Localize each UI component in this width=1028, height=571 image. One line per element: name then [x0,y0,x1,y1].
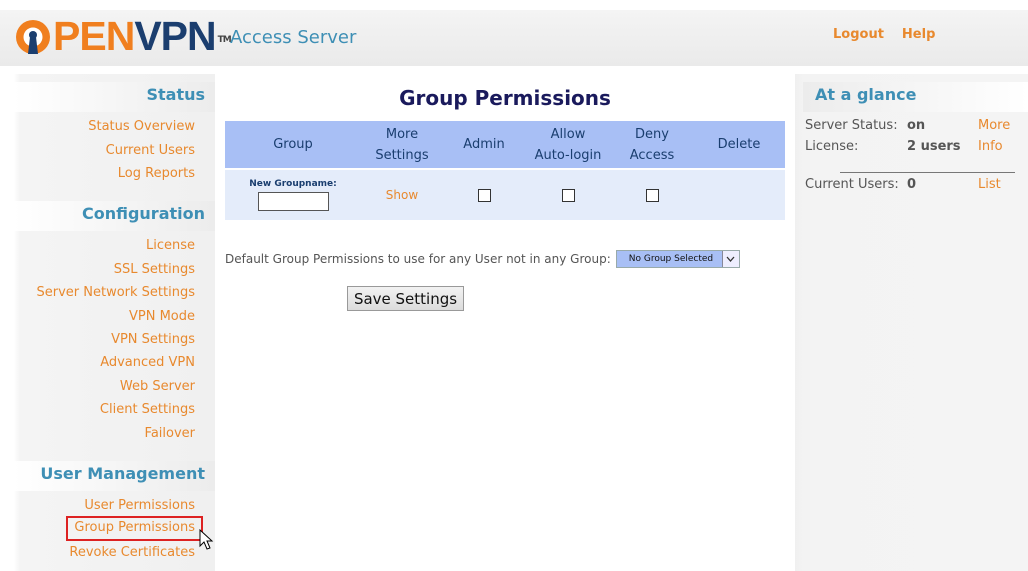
sidebar-item-client-settings[interactable]: Client Settings [100,402,195,417]
logout-link[interactable]: Logout [833,27,884,42]
column-header-delete: Delete [717,137,761,152]
admin-checkbox[interactable] [477,189,491,202]
sidebar-item-failover[interactable]: Failover [145,426,195,441]
default-group-row: Default Group Permissions to use for any… [225,250,740,268]
table-header-row: Group More Settings Admin Allow Auto-login… [225,121,785,169]
logo-pen-text: PEN [53,13,135,59]
sidebar-item-advanced-vpn[interactable]: Advanced VPN [100,355,195,370]
chevron-down-icon[interactable] [721,251,739,267]
sidebar-item-license[interactable]: License [146,238,195,253]
sidebar-item-group-permissions[interactable]: Group Permissions [66,516,203,541]
more-info-link-more[interactable]: More [978,118,1010,133]
main-content: Group Permissions Group More Settings Adm… [215,74,795,571]
sidebar-heading-user-management: User Management [14,461,215,491]
at-a-glance-panel: At a glance Server Status: on More Licen… [795,74,1028,571]
openvpn-keyhole-icon [14,18,52,56]
page-title: Group Permissions [399,86,611,110]
divider [840,172,1015,173]
sidebar-heading-configuration: Configuration [14,201,215,231]
help-link[interactable]: Help [902,27,935,42]
column-header-more-settings: More Settings [375,126,429,163]
default-group-select[interactable]: No Group Selected [615,250,740,268]
product-name: Access Server [230,27,357,48]
default-group-select-value: No Group Selected [628,254,714,264]
default-group-label: Default Group Permissions to use for any… [225,252,611,266]
sidebar-item-server-network-settings[interactable]: Server Network Settings [37,285,196,300]
sidebar-item-vpn-settings[interactable]: VPN Settings [111,332,195,347]
new-groupname-label: New Groupname: [249,179,337,189]
sidebar-heading-status: Status [14,82,215,112]
sidebar: Status Status Overview Current Users Log… [0,74,215,571]
mouse-pointer-icon [199,528,215,551]
allow-auto-login-checkbox[interactable] [561,189,575,202]
server-status-value: on [907,118,926,133]
header-links: Logout Help [833,27,935,42]
column-header-deny-access: Deny Access [629,126,675,163]
logo-trademark: TM [217,35,232,45]
more-info-link-info[interactable]: Info [978,139,1003,154]
save-settings-button[interactable]: Save Settings [347,286,464,311]
at-a-glance-heading: At a glance [803,82,1028,112]
column-header-admin: Admin [463,137,505,152]
sidebar-item-log-reports[interactable]: Log Reports [118,166,195,181]
logo-vpn-text: VPN [134,13,216,59]
license-label: License: [805,139,859,154]
column-header-allow-auto-login: Allow Auto-login [534,126,602,163]
sidebar-item-user-permissions[interactable]: User Permissions [84,498,195,513]
license-value: 2 users [907,139,961,154]
column-header-group: Group [273,137,313,152]
show-more-settings-link[interactable]: Show [386,188,418,202]
table-row: New Groupname: Show [225,169,785,220]
group-permissions-table: Group More Settings Admin Allow Auto-login… [225,121,785,220]
current-users-label: Current Users: [805,177,899,192]
new-groupname-input[interactable] [257,192,329,211]
openvpn-logo: PEN VPN TM [14,14,232,58]
header: PEN VPN TM Access Server Logout Help [0,0,1028,66]
deny-access-checkbox[interactable] [645,189,659,202]
current-users-value: 0 [907,177,917,192]
sidebar-item-revoke-certificates[interactable]: Revoke Certificates [69,545,195,560]
sidebar-item-ssl-settings[interactable]: SSL Settings [114,262,195,277]
current-users-list-link[interactable]: List [978,177,1001,192]
server-status-label: Server Status: [805,118,898,133]
sidebar-item-current-users[interactable]: Current Users [106,143,195,158]
sidebar-item-status-overview[interactable]: Status Overview [88,119,195,134]
sidebar-item-vpn-mode[interactable]: VPN Mode [129,309,195,324]
sidebar-item-web-server[interactable]: Web Server [120,379,195,394]
